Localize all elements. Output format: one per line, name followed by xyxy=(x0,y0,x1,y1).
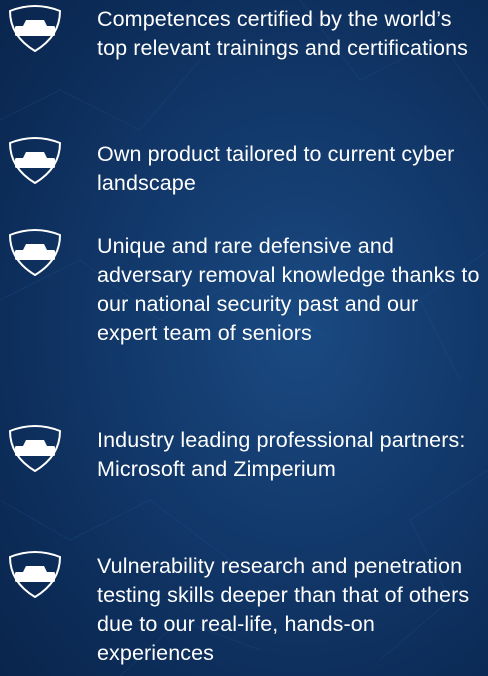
feature-text: Own product tailored to current cyber la… xyxy=(97,142,455,195)
feature-text: Industry leading professional partners: … xyxy=(97,428,466,481)
feature-list: Competences certified by the world’s top… xyxy=(0,0,488,676)
shield-icon xyxy=(8,229,62,277)
shield-icon xyxy=(8,425,62,473)
feature-text: Unique and rare defensive and adversary … xyxy=(97,234,480,345)
feature-text: Competences certified by the world’s top… xyxy=(97,7,468,60)
shield-icon xyxy=(8,137,62,185)
shield-icon xyxy=(8,5,62,53)
feature-text: Vulnerability research and penetration t… xyxy=(97,554,470,665)
shield-icon xyxy=(8,551,62,599)
